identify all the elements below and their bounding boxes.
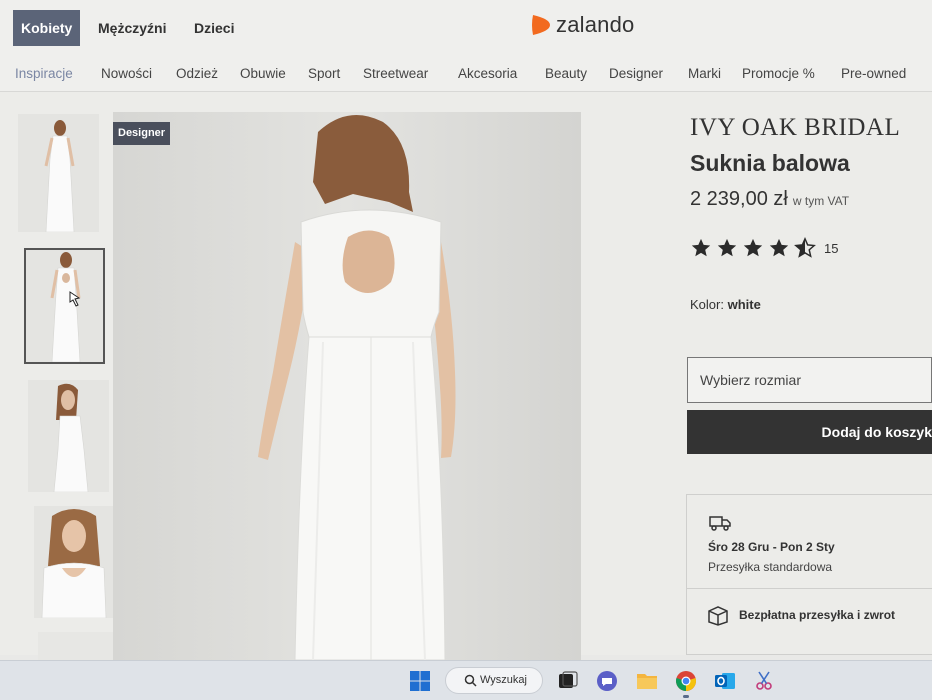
- cat-akcesoria[interactable]: Akcesoria: [458, 66, 517, 81]
- taskbar-search[interactable]: Wyszukaj: [445, 667, 543, 694]
- dress-detail-image: [34, 506, 115, 618]
- cat-nowosci[interactable]: Nowości: [101, 66, 152, 81]
- color-info: Kolor: white: [690, 297, 761, 312]
- task-view-icon[interactable]: [556, 669, 580, 693]
- tab-kobiety[interactable]: Kobiety: [13, 10, 81, 46]
- dress-side-image: [28, 380, 109, 492]
- free-shipping-returns[interactable]: Bezpłatna przesyłka i zwrot: [739, 608, 895, 622]
- search-label: Wyszukaj: [480, 674, 527, 686]
- truck-icon: [709, 516, 731, 531]
- logo-text: zalando: [556, 12, 635, 37]
- zalando-logo[interactable]: zalando: [530, 12, 634, 38]
- tab-dzieci[interactable]: Dzieci: [186, 10, 242, 46]
- vat-note: w tym VAT: [792, 194, 850, 208]
- thumbnail-detail-view[interactable]: [34, 506, 115, 618]
- color-label: Kolor:: [690, 297, 724, 312]
- thumbnail-side-view[interactable]: [28, 380, 109, 492]
- delivery-date: Śro 28 Gru - Pon 2 Sty: [708, 540, 835, 554]
- top-header: Kobiety Mężczyźni Dzieci zalando: [0, 0, 932, 56]
- star-full-icon: [691, 238, 711, 257]
- color-value: white: [727, 297, 761, 312]
- price-value: 2 239,00 zł: [690, 188, 788, 210]
- snipping-tool-icon[interactable]: [753, 669, 777, 693]
- cat-obuwie[interactable]: Obuwie: [240, 66, 286, 81]
- cat-odziez[interactable]: Odzież: [176, 66, 218, 81]
- product-brand[interactable]: IVY OAK BRIDAL: [690, 114, 900, 142]
- thumbnail-lower-view[interactable]: [38, 632, 117, 660]
- product-price: 2 239,00 zł w tym VAT: [690, 188, 849, 211]
- teams-chat-icon[interactable]: [595, 669, 619, 693]
- delivery-info: Śro 28 Gru - Pon 2 Sty Przesyłka standar…: [686, 494, 932, 655]
- main-product-image[interactable]: [113, 112, 581, 660]
- add-to-cart-button[interactable]: Dodaj do koszyk: [687, 410, 932, 454]
- outlook-icon[interactable]: [713, 669, 737, 693]
- thumbnail-back-view[interactable]: [24, 248, 105, 364]
- size-select[interactable]: Wybierz rozmiar: [687, 357, 932, 403]
- chrome-active-indicator: [683, 695, 689, 698]
- dress-back-large-image: [113, 112, 581, 660]
- shipping-type: Przesyłka standardowa: [708, 560, 833, 574]
- category-nav: Inspiracje Nowości Odzież Obuwie Sport S…: [0, 56, 932, 92]
- cat-promocje[interactable]: Promocje %: [742, 66, 815, 81]
- dress-front-image: [18, 114, 99, 232]
- file-explorer-icon[interactable]: [635, 669, 659, 693]
- cat-beauty[interactable]: Beauty: [545, 66, 587, 81]
- zalando-logo-icon: [532, 15, 550, 35]
- product-name: Suknia balowa: [690, 150, 850, 176]
- cat-inspiracje[interactable]: Inspiracje: [15, 66, 73, 81]
- windows-taskbar: Wyszukaj: [0, 660, 932, 700]
- search-icon: [464, 674, 477, 687]
- rating-count[interactable]: 15: [824, 241, 838, 256]
- star-full-icon: [743, 238, 763, 257]
- cat-sport[interactable]: Sport: [308, 66, 340, 81]
- designer-badge: Designer: [113, 122, 171, 145]
- cat-pre-owned[interactable]: Pre-owned: [841, 66, 906, 81]
- tab-mezczyzni[interactable]: Mężczyźni: [90, 10, 174, 46]
- star-full-icon: [717, 238, 737, 257]
- chrome-icon[interactable]: [674, 669, 698, 693]
- divider: [687, 588, 932, 589]
- product-rating[interactable]: 15: [690, 237, 838, 259]
- dress-back-image: [26, 250, 103, 362]
- cat-streetwear[interactable]: Streetwear: [363, 66, 428, 81]
- windows-start-icon[interactable]: [408, 669, 432, 693]
- star-half-icon: [794, 237, 816, 258]
- dress-lower-image: [38, 632, 117, 660]
- thumbnail-front-view[interactable]: [18, 114, 99, 232]
- cat-designer[interactable]: Designer: [609, 66, 663, 81]
- cat-marki[interactable]: Marki: [688, 66, 721, 81]
- box-return-icon: [708, 606, 728, 626]
- star-full-icon: [769, 238, 789, 257]
